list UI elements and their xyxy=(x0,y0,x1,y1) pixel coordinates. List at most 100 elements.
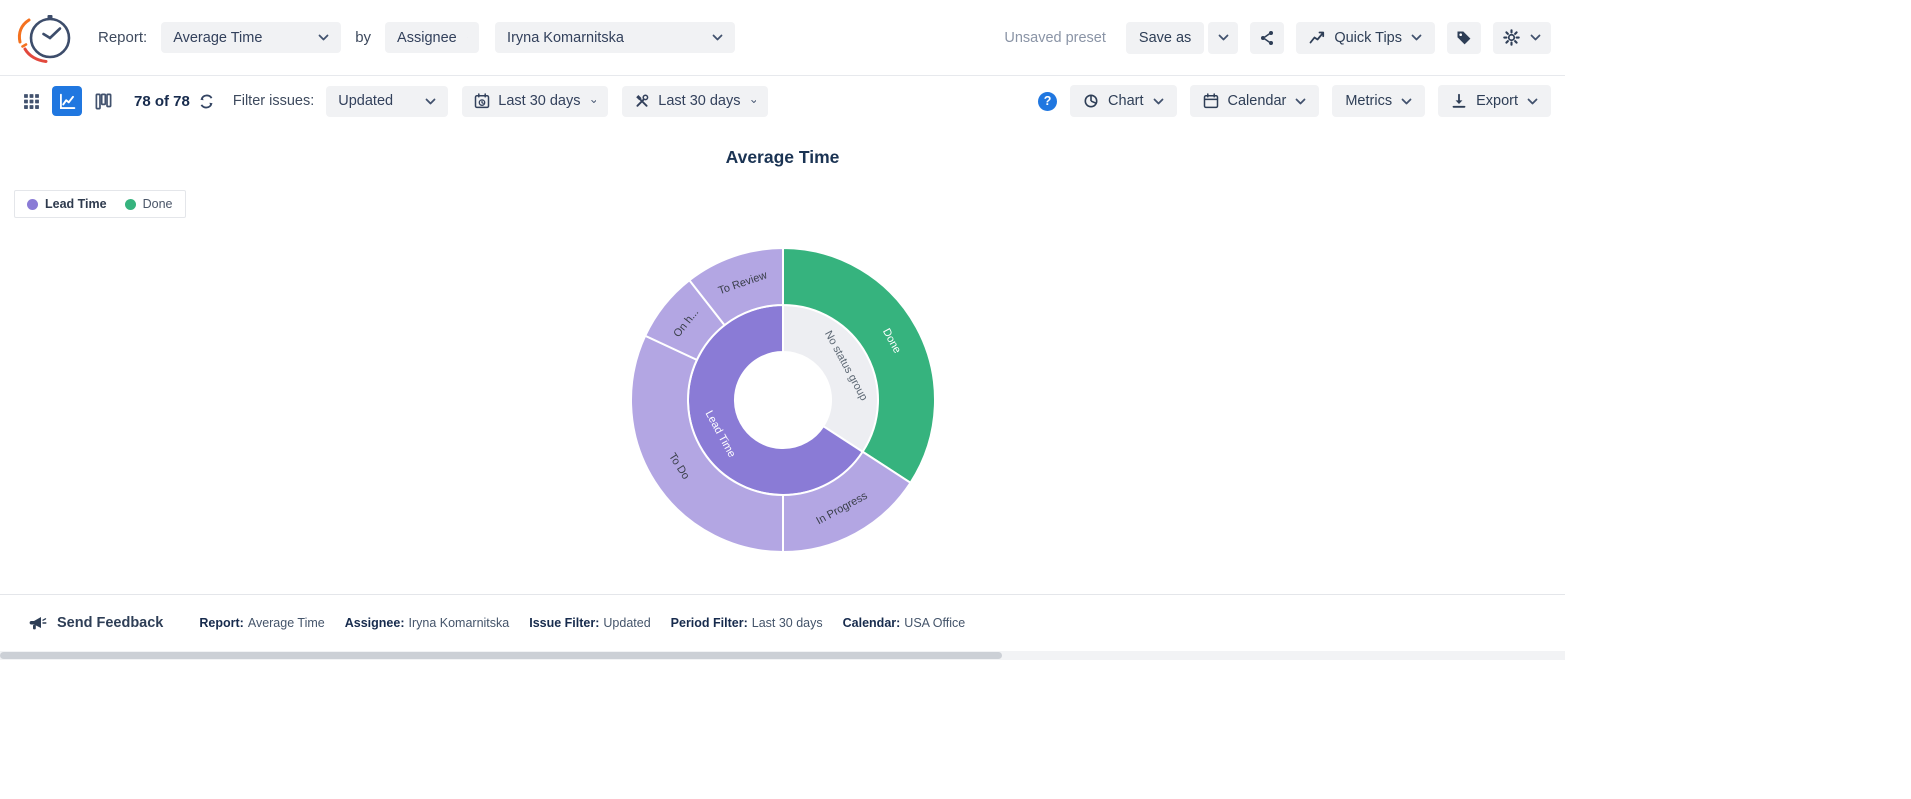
legend-dot-lead-time xyxy=(27,199,38,210)
unsaved-preset-label: Unsaved preset xyxy=(1004,30,1106,46)
pie-chart-icon xyxy=(1083,93,1099,109)
footer: Send Feedback Report:Average Time Assign… xyxy=(0,594,1565,651)
chevron-down-icon xyxy=(1411,34,1422,41)
chevron-down-icon xyxy=(751,98,757,105)
metrics-button-label: Metrics xyxy=(1345,93,1392,109)
chevron-down-icon xyxy=(1401,98,1412,105)
calendar-button-label: Calendar xyxy=(1228,93,1287,109)
save-as-button[interactable]: Save as xyxy=(1126,22,1204,54)
footer-meta-label: Calendar: xyxy=(843,616,901,630)
top-header: Report: Average Time by Assignee Iryna K… xyxy=(0,0,1565,76)
date-range-value: Last 30 days xyxy=(498,93,580,109)
gear-icon xyxy=(1503,29,1520,46)
report-type-select[interactable]: Average Time xyxy=(161,22,341,53)
footer-meta-report: Report:Average Time xyxy=(199,616,324,630)
footer-meta-label: Report: xyxy=(199,616,243,630)
footer-summary: Report:Average Time Assignee:Iryna Komar… xyxy=(199,616,965,630)
stopwatch-logo-icon xyxy=(16,11,74,65)
chevron-down-icon xyxy=(1530,34,1541,41)
quick-tips-button[interactable]: Quick Tips xyxy=(1296,22,1435,54)
sunburst-chart: No status groupLead TimeDoneIn ProgressT… xyxy=(613,230,953,570)
toolbar-actions: ? Chart Calendar xyxy=(1038,85,1551,117)
report-type-value: Average Time xyxy=(173,30,262,46)
footer-meta-issue-filter: Issue Filter:Updated xyxy=(529,616,650,630)
chevron-down-icon xyxy=(1218,34,1229,41)
board-view-button[interactable] xyxy=(88,86,118,116)
metrics-button[interactable]: Metrics xyxy=(1332,85,1425,117)
chart-view-icon xyxy=(59,93,76,110)
filter-issues-label: Filter issues: xyxy=(233,93,314,109)
scrollbar-thumb[interactable] xyxy=(0,652,1002,659)
tag-button[interactable] xyxy=(1447,22,1481,54)
chart-title: Average Time xyxy=(0,126,1565,168)
footer-meta-value: Iryna Komarnitska xyxy=(408,616,509,630)
chart-area: Average Time Lead Time Done No status gr… xyxy=(0,126,1565,594)
chevron-down-icon xyxy=(591,98,597,105)
report-label: Report: xyxy=(98,29,147,46)
by-label: by xyxy=(355,29,371,46)
calendar-button[interactable]: Calendar xyxy=(1190,85,1320,117)
board-view-icon xyxy=(95,93,112,110)
refresh-icon xyxy=(198,93,215,110)
footer-meta-value: Updated xyxy=(603,616,650,630)
horizontal-scrollbar[interactable] xyxy=(0,651,1565,660)
footer-meta-value: USA Office xyxy=(904,616,965,630)
calendar-icon xyxy=(1203,93,1219,109)
issue-filter-value: Updated xyxy=(338,93,393,109)
legend-dot-done xyxy=(125,199,136,210)
export-icon xyxy=(1451,93,1467,109)
page: Report: Average Time by Assignee Iryna K… xyxy=(0,0,1911,799)
group-by-select[interactable]: Assignee xyxy=(385,22,479,53)
chevron-down-icon xyxy=(1295,98,1306,105)
chevron-down-icon xyxy=(1153,98,1164,105)
legend-label-done: Done xyxy=(143,197,173,211)
assignee-value: Iryna Komarnitska xyxy=(507,30,624,46)
share-button[interactable] xyxy=(1250,22,1284,54)
tools-icon xyxy=(634,93,650,109)
send-feedback-label: Send Feedback xyxy=(57,615,163,631)
chevron-down-icon xyxy=(425,98,436,105)
export-button[interactable]: Export xyxy=(1438,85,1551,117)
legend-label-lead-time: Lead Time xyxy=(45,197,107,211)
date-range-select[interactable]: Last 30 days xyxy=(462,86,608,117)
calendar-clock-icon xyxy=(474,93,490,109)
period-filter-select[interactable]: Last 30 days xyxy=(622,86,768,117)
chart-options-button[interactable]: Chart xyxy=(1070,85,1176,117)
help-button[interactable]: ? xyxy=(1038,92,1057,111)
assignee-select[interactable]: Iryna Komarnitska xyxy=(495,22,735,53)
save-as-label: Save as xyxy=(1139,30,1191,46)
filter-toolbar: 78 of 78 Filter issues: Updated xyxy=(0,76,1565,126)
grid-view-button[interactable] xyxy=(16,86,46,116)
issue-count: 78 of 78 xyxy=(134,93,190,110)
quick-tips-label: Quick Tips xyxy=(1334,30,1402,46)
app-logo[interactable] xyxy=(16,11,76,65)
footer-meta-period-filter: Period Filter: Last 30 days xyxy=(671,616,823,630)
footer-meta-assignee: Assignee:Iryna Komarnitska xyxy=(345,616,509,630)
legend-item-lead-time[interactable]: Lead Time xyxy=(27,197,107,211)
chart-options-label: Chart xyxy=(1108,93,1143,109)
tag-icon xyxy=(1456,30,1472,46)
question-mark-icon: ? xyxy=(1044,94,1052,108)
chevron-down-icon xyxy=(712,34,723,41)
chart-view-button[interactable] xyxy=(52,86,82,116)
app-container: Report: Average Time by Assignee Iryna K… xyxy=(0,0,1565,660)
header-actions: Unsaved preset Save as xyxy=(1004,22,1551,54)
period-filter-value: Last 30 days xyxy=(658,93,740,109)
send-feedback-button[interactable]: Send Feedback xyxy=(28,614,163,632)
footer-meta-label: Period Filter: xyxy=(671,616,748,630)
footer-meta-calendar: Calendar:USA Office xyxy=(843,616,966,630)
chevron-down-icon xyxy=(318,34,329,41)
issue-filter-select[interactable]: Updated xyxy=(326,86,448,117)
legend-item-done[interactable]: Done xyxy=(125,197,173,211)
settings-button[interactable] xyxy=(1493,22,1551,54)
trend-arrow-icon xyxy=(1309,30,1325,45)
refresh-button[interactable] xyxy=(196,91,217,112)
group-by-value: Assignee xyxy=(397,30,457,46)
save-preset-options-button[interactable] xyxy=(1208,22,1238,54)
megaphone-icon xyxy=(28,614,47,632)
export-button-label: Export xyxy=(1476,93,1518,109)
chart-legend: Lead Time Done xyxy=(14,190,186,218)
chevron-down-icon xyxy=(1527,98,1538,105)
share-icon xyxy=(1259,30,1275,46)
footer-meta-value: Last 30 days xyxy=(752,616,823,630)
